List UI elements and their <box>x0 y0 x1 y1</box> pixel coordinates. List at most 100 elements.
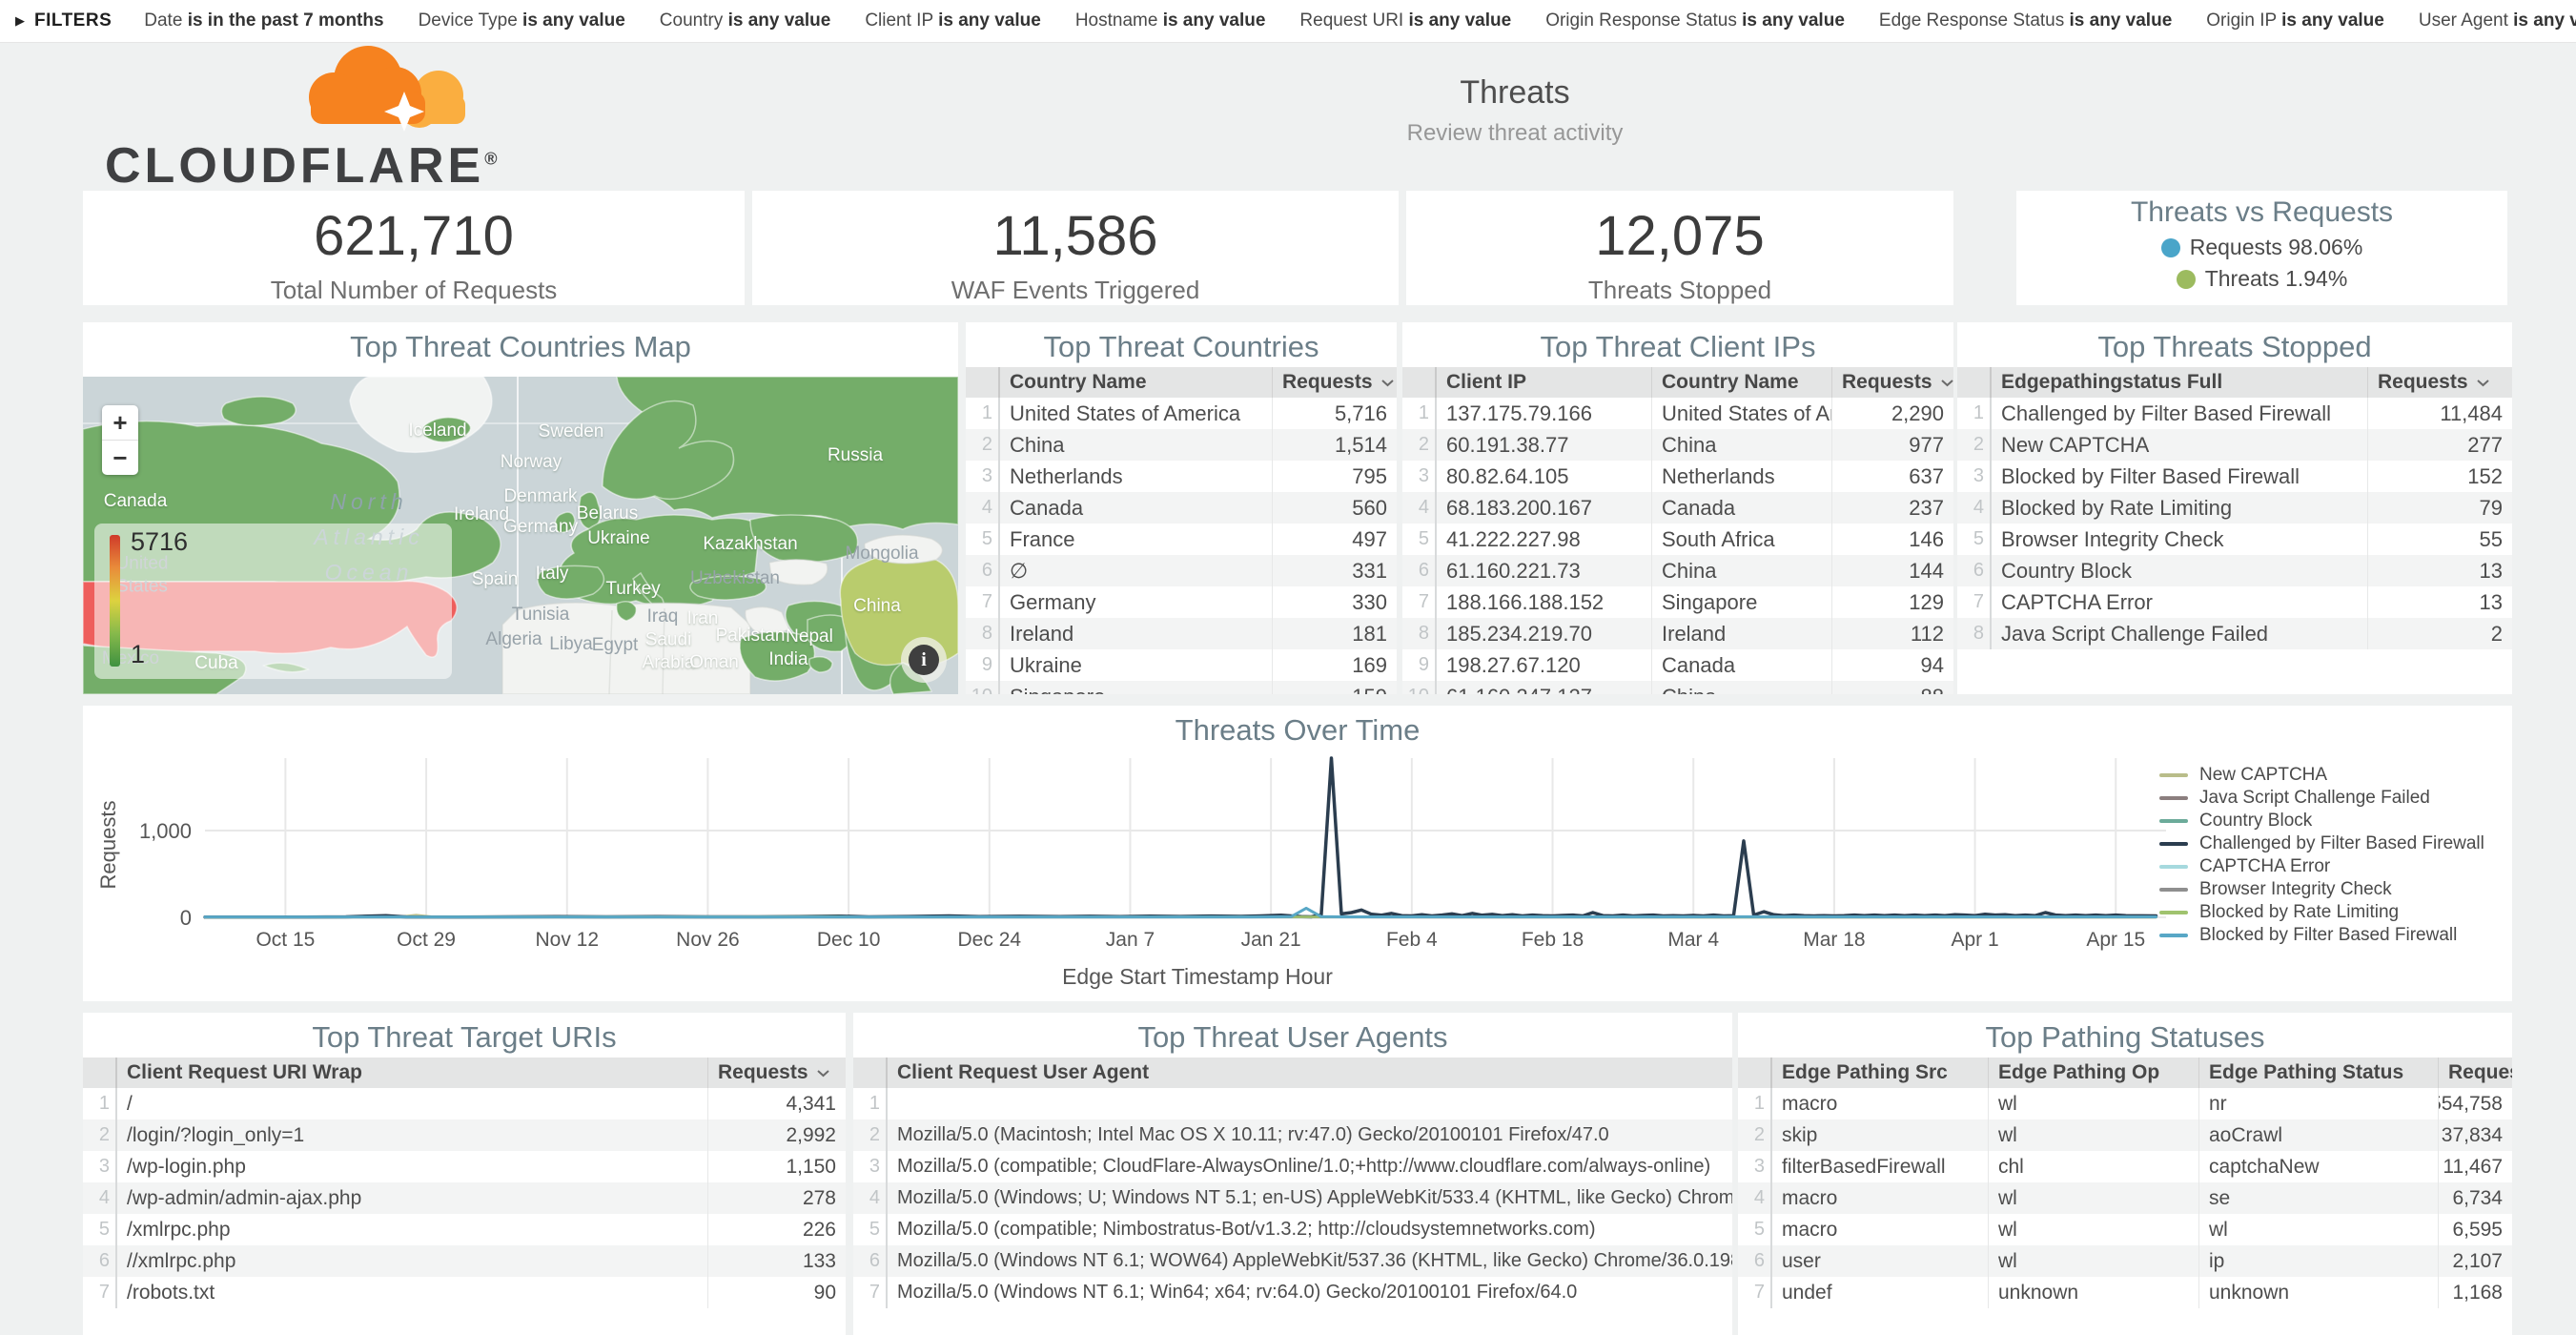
table-cell: Germany <box>1000 586 1273 618</box>
info-icon: i <box>909 645 939 675</box>
top-threat-user-agents-panel: Top Threat User AgentsClient Request Use… <box>853 1013 1732 1335</box>
column-header-label: Edge Pathing Status <box>2209 1061 2403 1084</box>
filter-chip[interactable]: Hostname is any value <box>1075 10 1266 31</box>
column-header[interactable]: Requests <box>708 1058 846 1088</box>
table-cell: 133 <box>708 1245 846 1277</box>
table-cell: 181 <box>1273 618 1397 649</box>
table-cell: /wp-admin/admin-ajax.php <box>117 1182 708 1214</box>
column-header[interactable]: Requests <box>2368 367 2512 398</box>
row-number: 10 <box>966 681 1000 694</box>
cloudflare-wordmark: CLOUDFLARE® <box>105 137 515 195</box>
chart-legend-item[interactable]: Browser Integrity Check <box>2159 879 2484 902</box>
table-row: 7188.166.188.152Singapore129 <box>1402 586 1953 618</box>
table-cell: wl <box>1989 1088 2199 1119</box>
row-number: 5 <box>853 1214 888 1245</box>
filter-chip[interactable]: Device Type is any value <box>419 10 625 31</box>
column-header-label: Client IP <box>1446 371 1526 394</box>
x-axis-tick: Mar 18 <box>1803 929 1865 951</box>
chart-legend-label: Java Script Challenge Failed <box>2199 788 2430 809</box>
table-cell: China <box>1652 555 1832 586</box>
table-cell: 88 <box>1832 681 1953 694</box>
table-cell: 37,834 <box>2439 1119 2512 1151</box>
table-cell: macro <box>1772 1088 1989 1119</box>
table-cell: South Africa <box>1652 524 1832 555</box>
table-row: 7undefunknownunknown1,168 <box>1738 1277 2512 1308</box>
table-row: 3Mozilla/5.0 (compatible; CloudFlare-Alw… <box>853 1151 1732 1182</box>
x-axis-label: Edge Start Timestamp Hour <box>1062 964 1333 989</box>
table-row: 5/xmlrpc.php226 <box>83 1214 846 1245</box>
column-header-label: Requests <box>1842 371 1932 394</box>
row-number: 2 <box>1738 1119 1772 1151</box>
threats-over-time-chart[interactable]: 01,000Oct 15Oct 29Nov 12Nov 26Dec 10Dec … <box>83 706 2512 1001</box>
table-row: 8Ireland181 <box>966 618 1397 649</box>
map-zoom-out-button[interactable]: − <box>102 441 138 475</box>
chart-legend-item[interactable]: CAPTCHA Error <box>2159 856 2484 879</box>
column-header[interactable]: Requests <box>1832 367 1953 398</box>
filter-chip[interactable]: Date is in the past 7 months <box>144 10 383 31</box>
map-legend-max: 5716 <box>131 527 188 557</box>
table-cell: aoCrawl <box>2199 1119 2439 1151</box>
row-number: 4 <box>83 1182 117 1214</box>
sort-desc-icon <box>2476 379 2490 387</box>
row-number: 7 <box>1957 586 1992 618</box>
column-header[interactable]: Requests <box>2439 1058 2512 1088</box>
filter-chip[interactable]: Request URI is any value <box>1299 10 1511 31</box>
table-row: 468.183.200.167Canada237 <box>1402 492 1953 524</box>
row-number: 8 <box>1957 618 1992 649</box>
chart-legend-item[interactable]: Blocked by Filter Based Firewall <box>2159 925 2484 948</box>
row-number-header <box>966 367 1000 398</box>
x-axis-tick: Feb 18 <box>1522 929 1584 951</box>
chart-legend-item[interactable]: Java Script Challenge Failed <box>2159 788 2484 811</box>
column-header[interactable]: Requests <box>1273 367 1397 398</box>
row-number: 3 <box>1957 461 1992 492</box>
column-header-label: Requests <box>1282 371 1373 394</box>
stat-total-requests: 621,710 Total Number of Requests <box>83 191 745 305</box>
filters-expand-icon[interactable]: ▶ <box>15 13 25 29</box>
x-axis-tick: Apr 15 <box>2086 929 2145 951</box>
table-cell: 2 <box>2368 618 2512 649</box>
table-row: 6Mozilla/5.0 (Windows NT 6.1; WOW64) App… <box>853 1245 1732 1277</box>
map-zoom-in-button[interactable]: + <box>102 405 138 441</box>
table-header-row: Client IPCountry NameRequests <box>1402 367 1953 398</box>
row-number: 4 <box>1738 1182 1772 1214</box>
cloudflare-logo: CLOUDFLARE® <box>105 38 515 195</box>
filter-chip[interactable]: User Agent is any value <box>2419 10 2576 31</box>
x-axis-tick: Mar 4 <box>1667 929 1719 951</box>
tvr-legend-item: Threats 1.94% <box>2016 266 2507 292</box>
row-number: 1 <box>966 398 1000 429</box>
row-number: 1 <box>1957 398 1992 429</box>
world-map[interactable]: CanadaUnited StatesMexicoCubaIcelandIrel… <box>83 377 958 694</box>
tvr-legend-item: Requests 98.06% <box>2016 235 2507 260</box>
column-header: Edgepathingstatus Full <box>1992 367 2368 398</box>
table-cell: wl <box>2199 1214 2439 1245</box>
column-header-label: Client Request URI Wrap <box>127 1061 362 1084</box>
filter-chip[interactable]: Edge Response Status is any value <box>1879 10 2172 31</box>
chart-legend-item[interactable]: New CAPTCHA <box>2159 765 2484 788</box>
table-row: 2New CAPTCHA277 <box>1957 429 2512 461</box>
filter-field-name: Device Type <box>419 10 522 31</box>
chart-legend-item[interactable]: Country Block <box>2159 811 2484 833</box>
table-cell: Canada <box>1652 649 1832 681</box>
table-cell: 560 <box>1273 492 1397 524</box>
table-cell: 41.222.227.98 <box>1437 524 1652 555</box>
filter-chip[interactable]: Client IP is any value <box>865 10 1040 31</box>
filter-chip[interactable]: Country is any value <box>660 10 831 31</box>
row-number: 1 <box>1402 398 1437 429</box>
row-number: 1 <box>853 1088 888 1119</box>
map-country-label: Spain <box>472 568 519 591</box>
filter-chip[interactable]: Origin Response Status is any value <box>1545 10 1845 31</box>
table-row: 7Mozilla/5.0 (Windows NT 6.1; Win64; x64… <box>853 1277 1732 1308</box>
filter-chip[interactable]: Origin IP is any value <box>2206 10 2384 31</box>
table-row: 1United States of America5,716 <box>966 398 1397 429</box>
filters-label[interactable]: FILTERS <box>34 10 112 31</box>
chart-series-line <box>205 908 2157 916</box>
chart-legend-item[interactable]: Blocked by Rate Limiting <box>2159 902 2484 925</box>
table-cell: se <box>2199 1182 2439 1214</box>
chart-legend-item[interactable]: Challenged by Filter Based Firewall <box>2159 833 2484 856</box>
legend-line-swatch <box>2159 819 2188 823</box>
table-cell: Canada <box>1652 492 1832 524</box>
table-body: 1macrowlnr554,7582skipwlaoCrawl37,8343fi… <box>1738 1088 2512 1308</box>
table-cell: /robots.txt <box>117 1277 708 1308</box>
map-info-button[interactable]: i <box>901 637 947 683</box>
map-country-label: Belarus <box>577 503 638 525</box>
